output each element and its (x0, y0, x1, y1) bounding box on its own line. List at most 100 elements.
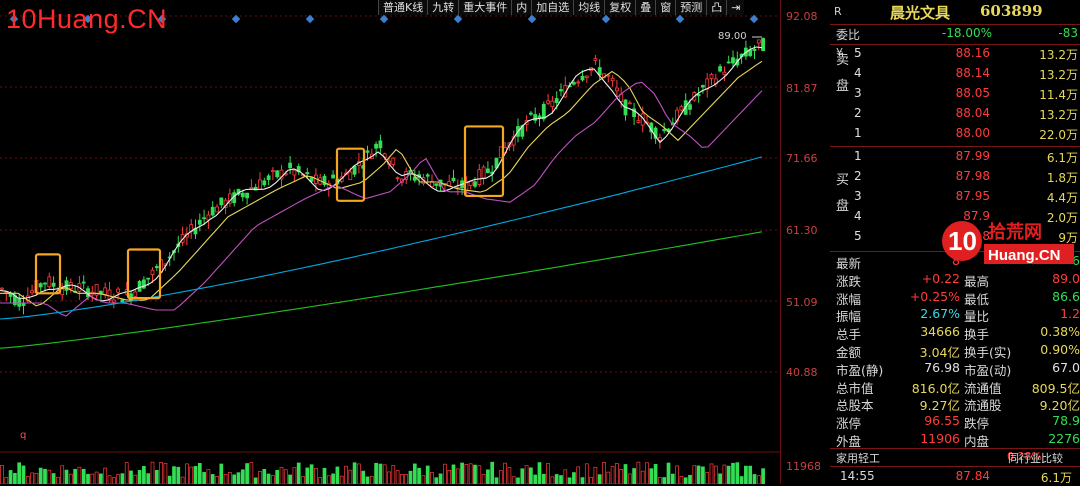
toolbar-button[interactable]: 叠 (635, 0, 655, 15)
volume-bar (636, 461, 641, 484)
sell-row[interactable]: 5 88.16 13.2万 (830, 45, 1080, 64)
sell-row[interactable]: 4 88.14 13.2万 (830, 65, 1080, 84)
candle-body (47, 276, 52, 288)
candle-body (154, 266, 159, 269)
volume-bar (335, 466, 340, 484)
volume-bar (722, 464, 727, 484)
kline-chart-panel[interactable]: 10Huang.CN 89.00 q 普通K线 九转 重大事件内加自选 均线 复权叠窗预… (0, 0, 780, 484)
volume-bar (137, 470, 142, 484)
sell-row[interactable]: 2 88.04 13.2万 (830, 105, 1080, 124)
volume-bar (331, 473, 335, 484)
candle-body (270, 170, 275, 172)
volume-bar (606, 471, 611, 484)
volume-bar (365, 476, 370, 484)
volume-bar (550, 476, 555, 484)
ma120-line (0, 231, 763, 349)
volume-bar (73, 468, 77, 484)
volume-bar (77, 466, 82, 484)
candle-body (541, 103, 546, 120)
volume-bar (701, 466, 705, 484)
buy-level: 5 (854, 229, 862, 243)
candle-body (477, 169, 482, 185)
volume-bar (120, 473, 125, 484)
volume-bar (154, 470, 159, 484)
candle-body (111, 299, 116, 303)
volume-bar (498, 470, 503, 484)
toolbar-button[interactable]: 均线 (573, 0, 604, 15)
volume-bar (249, 462, 254, 484)
buy-row[interactable]: 2 87.98 1.8万 (830, 168, 1080, 187)
stat-value: 89.0 (1052, 270, 1080, 286)
sell-row[interactable]: 3 88.05 11.4万 (830, 85, 1080, 104)
volume-bar (533, 474, 538, 484)
industry-compare-link[interactable]: 同行业比较 (1008, 450, 1063, 466)
toolbar-button[interactable]: 内 (511, 0, 531, 15)
toolbar-button[interactable]: 重大事件 (458, 0, 511, 15)
volume-bar (81, 468, 86, 484)
volume-bar (537, 462, 542, 484)
volume-bar (305, 467, 310, 484)
price-axis-tick: 92.08 (786, 10, 818, 23)
volume-bar (90, 473, 95, 484)
sell-row[interactable]: 1 88.00 22.0万 (830, 125, 1080, 144)
sell-price: 88.16 (955, 46, 990, 60)
stat-label: 最新 (836, 256, 862, 271)
candle-body (21, 303, 26, 306)
kline-chart[interactable] (0, 0, 780, 484)
toolbar-button[interactable]: 窗 (655, 0, 675, 15)
toolbar-button[interactable]: 凸 (706, 0, 726, 15)
candle-body (485, 168, 490, 173)
stock-code[interactable]: 603899 (980, 2, 1043, 20)
candle-body (258, 179, 262, 190)
toolbar-button[interactable]: 普通K线 (378, 0, 427, 15)
chart-toolbar: 普通K线 九转 重大事件内加自选 均线 复权叠窗预测凸 ⇥ (378, 0, 745, 15)
candle-body (331, 174, 336, 179)
candle-body (0, 287, 4, 290)
candle-body (305, 172, 310, 175)
toolbar-button[interactable]: 复权 (604, 0, 635, 15)
ma10-line (0, 60, 763, 307)
webi-label: 委比 (836, 28, 861, 42)
volume-bar (8, 470, 13, 484)
volume-bar (718, 473, 722, 484)
stock-name[interactable]: 晨光文具 (890, 2, 950, 23)
volume-bar (228, 472, 232, 484)
volume-bar (4, 477, 9, 484)
volume-bar (34, 473, 39, 484)
volume-bar (541, 473, 546, 484)
buy-row[interactable]: 1 87.99 6.1万 (830, 148, 1080, 167)
candle-body (451, 177, 456, 182)
volume-bar (425, 465, 430, 484)
stat-label: 市盈(静) (836, 362, 884, 378)
toolbar-button[interactable]: ⇥ (726, 0, 744, 15)
volume-bar (253, 477, 258, 484)
high-price-marker: 89.00 (718, 31, 747, 42)
candle-body (51, 282, 56, 287)
candle-body (374, 143, 379, 149)
candle-body (81, 281, 86, 284)
volume-bar (739, 476, 744, 484)
stat-label: 换手 (964, 327, 990, 343)
volume-bar (361, 470, 366, 484)
logo-number: 10 (948, 226, 977, 256)
stat-label: 涨跌 (836, 273, 862, 289)
volume-bar (589, 476, 593, 484)
volume-bar (455, 468, 460, 484)
stat-label: 总市值 (836, 380, 874, 396)
volume-bar (86, 473, 90, 484)
volume-bar (150, 461, 155, 484)
candle-body (554, 98, 559, 104)
buy-row[interactable]: 3 87.95 4.4万 (830, 188, 1080, 207)
volume-bar (322, 467, 327, 484)
toolbar-button[interactable]: 九转 (427, 0, 458, 15)
stat-value: 1.2 (1060, 306, 1080, 322)
toolbar-button[interactable]: 预测 (675, 0, 706, 15)
buy-price: 87.99 (955, 149, 990, 163)
industry-label[interactable]: 家用轻工 (836, 450, 880, 466)
stat-label: 最低 (964, 291, 990, 307)
candle-body (756, 39, 761, 44)
volume-bar (619, 469, 624, 484)
toolbar-button[interactable]: 加自选 (531, 0, 573, 15)
stat-value: 78.9 (1052, 413, 1080, 429)
volume-bar (623, 464, 628, 484)
